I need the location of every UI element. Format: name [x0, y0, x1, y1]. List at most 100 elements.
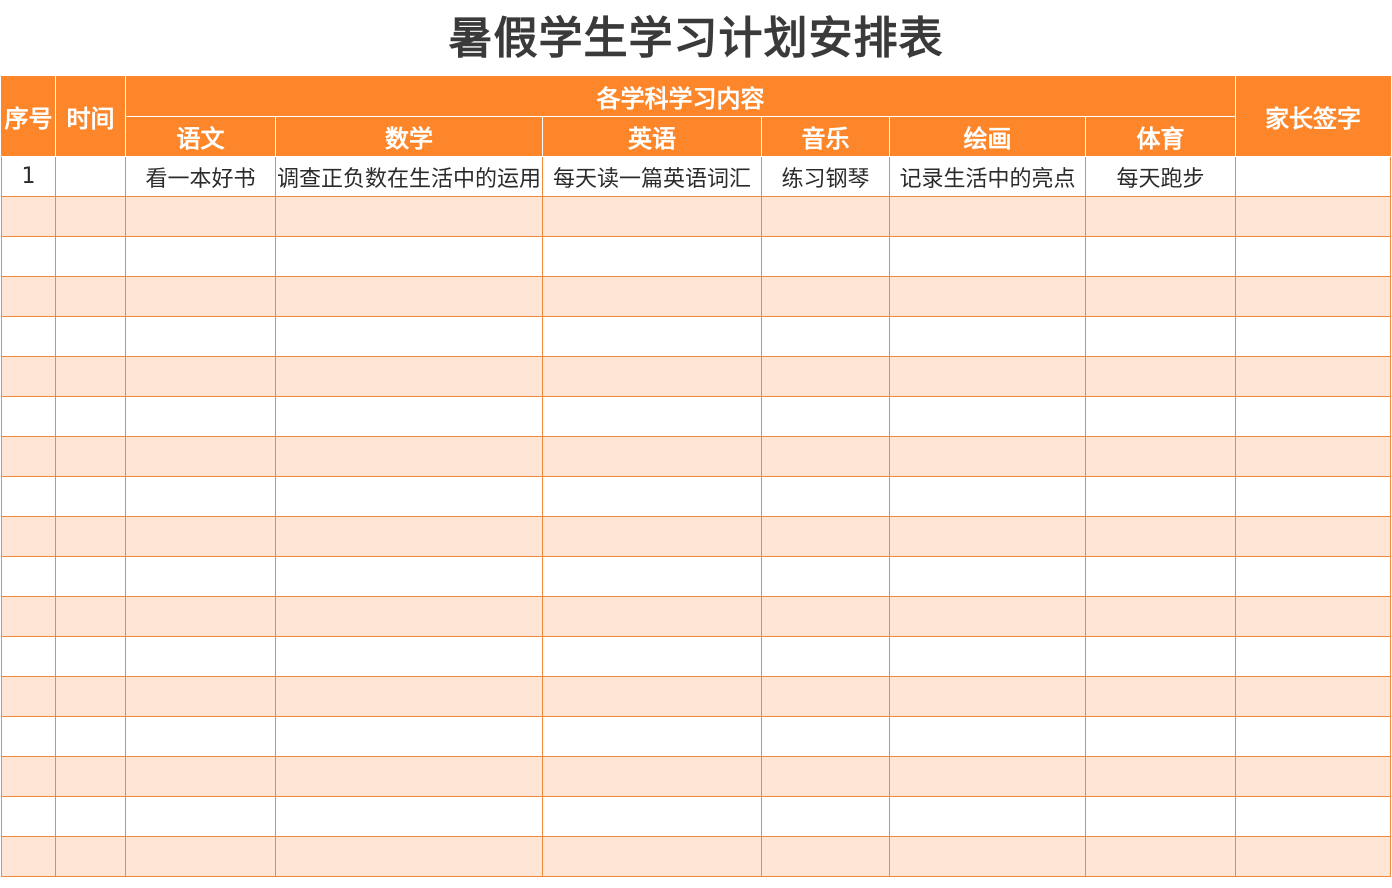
row-drawing-cell[interactable]: [889, 796, 1086, 837]
row-signature-cell[interactable]: [1235, 196, 1392, 237]
row-signature-cell[interactable]: [1235, 596, 1392, 637]
row-index-cell[interactable]: [1, 756, 56, 797]
row-signature-cell[interactable]: [1235, 516, 1392, 557]
row-chinese-cell[interactable]: [125, 676, 276, 717]
row-drawing-cell[interactable]: [889, 276, 1086, 317]
row-chinese-cell[interactable]: [125, 316, 276, 357]
row-drawing-cell[interactable]: [889, 316, 1086, 357]
row-drawing-cell[interactable]: [889, 596, 1086, 637]
row-english-cell[interactable]: [542, 556, 762, 597]
row-pe-cell[interactable]: [1084, 716, 1237, 757]
row-drawing-cell[interactable]: [889, 436, 1086, 477]
row-drawing-cell[interactable]: 记录生活中的亮点: [889, 156, 1086, 197]
row-drawing-cell[interactable]: [889, 636, 1086, 677]
row-signature-cell[interactable]: [1235, 396, 1392, 437]
row-pe-cell[interactable]: [1084, 676, 1237, 717]
row-signature-cell[interactable]: [1235, 436, 1392, 477]
row-pe-cell[interactable]: [1084, 236, 1237, 277]
row-english-cell[interactable]: [542, 396, 762, 437]
row-english-cell[interactable]: [542, 196, 762, 237]
row-time-cell[interactable]: [55, 236, 126, 277]
row-math-cell[interactable]: [275, 236, 543, 277]
row-math-cell[interactable]: [275, 196, 543, 237]
row-math-cell[interactable]: [275, 556, 543, 597]
row-music-cell[interactable]: [761, 476, 890, 517]
row-english-cell[interactable]: [542, 756, 762, 797]
row-time-cell[interactable]: [55, 836, 126, 877]
row-pe-cell[interactable]: [1084, 356, 1237, 397]
row-chinese-cell[interactable]: 看一本好书: [125, 156, 276, 197]
row-english-cell[interactable]: [542, 476, 762, 517]
row-math-cell[interactable]: [275, 436, 543, 477]
row-pe-cell[interactable]: [1084, 316, 1237, 357]
row-chinese-cell[interactable]: [125, 356, 276, 397]
row-music-cell[interactable]: [761, 276, 890, 317]
row-music-cell[interactable]: [761, 556, 890, 597]
row-pe-cell[interactable]: [1084, 556, 1237, 597]
row-chinese-cell[interactable]: [125, 596, 276, 637]
row-chinese-cell[interactable]: [125, 476, 276, 517]
row-signature-cell[interactable]: [1235, 796, 1392, 837]
row-music-cell[interactable]: [761, 836, 890, 877]
row-chinese-cell[interactable]: [125, 516, 276, 557]
row-math-cell[interactable]: [275, 516, 543, 557]
row-time-cell[interactable]: [55, 396, 126, 437]
row-signature-cell[interactable]: [1235, 636, 1392, 677]
row-music-cell[interactable]: [761, 716, 890, 757]
row-math-cell[interactable]: [275, 796, 543, 837]
row-chinese-cell[interactable]: [125, 236, 276, 277]
row-math-cell[interactable]: [275, 316, 543, 357]
row-drawing-cell[interactable]: [889, 196, 1086, 237]
row-time-cell[interactable]: [55, 276, 126, 317]
row-music-cell[interactable]: [761, 676, 890, 717]
row-music-cell[interactable]: [761, 636, 890, 677]
row-index-cell[interactable]: [1, 596, 56, 637]
row-pe-cell[interactable]: [1084, 196, 1237, 237]
row-index-cell[interactable]: [1, 236, 56, 277]
row-pe-cell[interactable]: [1084, 396, 1237, 437]
row-index-cell[interactable]: [1, 516, 56, 557]
row-pe-cell[interactable]: 每天跑步: [1084, 156, 1237, 197]
row-english-cell[interactable]: [542, 716, 762, 757]
row-english-cell[interactable]: [542, 236, 762, 277]
row-index-cell[interactable]: [1, 476, 56, 517]
row-chinese-cell[interactable]: [125, 756, 276, 797]
row-index-cell[interactable]: [1, 396, 56, 437]
row-pe-cell[interactable]: [1084, 756, 1237, 797]
row-chinese-cell[interactable]: [125, 636, 276, 677]
row-signature-cell[interactable]: [1235, 356, 1392, 397]
row-signature-cell[interactable]: [1235, 716, 1392, 757]
row-english-cell[interactable]: 每天读一篇英语词汇: [542, 156, 762, 197]
row-pe-cell[interactable]: [1084, 596, 1237, 637]
row-pe-cell[interactable]: [1084, 836, 1237, 877]
row-time-cell[interactable]: [55, 756, 126, 797]
row-signature-cell[interactable]: [1235, 836, 1392, 877]
row-chinese-cell[interactable]: [125, 796, 276, 837]
row-english-cell[interactable]: [542, 676, 762, 717]
row-time-cell[interactable]: [55, 476, 126, 517]
row-music-cell[interactable]: [761, 236, 890, 277]
row-english-cell[interactable]: [542, 436, 762, 477]
row-music-cell[interactable]: [761, 516, 890, 557]
row-drawing-cell[interactable]: [889, 556, 1086, 597]
row-english-cell[interactable]: [542, 636, 762, 677]
row-time-cell[interactable]: [55, 316, 126, 357]
row-english-cell[interactable]: [542, 356, 762, 397]
row-chinese-cell[interactable]: [125, 436, 276, 477]
row-index-cell[interactable]: [1, 716, 56, 757]
row-math-cell[interactable]: [275, 356, 543, 397]
row-time-cell[interactable]: [55, 436, 126, 477]
row-math-cell[interactable]: [275, 836, 543, 877]
row-index-cell[interactable]: [1, 796, 56, 837]
row-pe-cell[interactable]: [1084, 636, 1237, 677]
row-time-cell[interactable]: [55, 716, 126, 757]
row-drawing-cell[interactable]: [889, 236, 1086, 277]
row-index-cell[interactable]: [1, 836, 56, 877]
row-time-cell[interactable]: [55, 156, 126, 197]
row-english-cell[interactable]: [542, 836, 762, 877]
row-drawing-cell[interactable]: [889, 516, 1086, 557]
row-time-cell[interactable]: [55, 596, 126, 637]
row-chinese-cell[interactable]: [125, 396, 276, 437]
row-signature-cell[interactable]: [1235, 316, 1392, 357]
row-time-cell[interactable]: [55, 676, 126, 717]
